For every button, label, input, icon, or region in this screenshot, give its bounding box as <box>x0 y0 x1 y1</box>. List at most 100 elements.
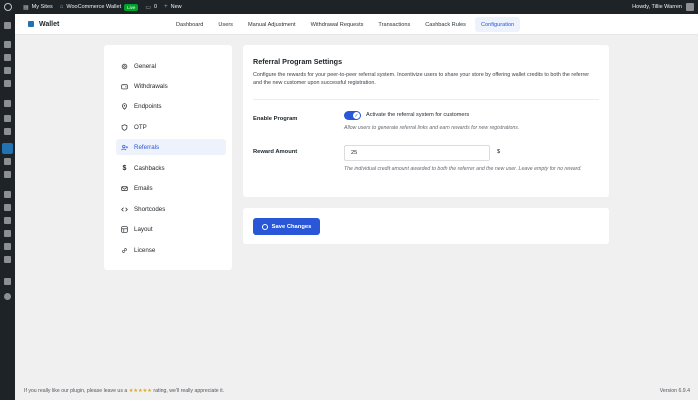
media-icon[interactable] <box>4 54 11 61</box>
section-title: Referral Program Settings <box>253 57 343 66</box>
comments-menu[interactable]: ▭ 0 <box>145 4 157 11</box>
tab-manual-adjustment[interactable]: Manual Adjustment <box>242 17 302 32</box>
nav-item-endpoints[interactable]: Endpoints <box>116 98 226 114</box>
rating-stars[interactable]: ★★★★★ <box>129 388 152 394</box>
footer-text-before: If you really like our plugin, please le… <box>24 388 128 394</box>
my-sites-menu[interactable]: ▦ My Sites <box>23 4 53 11</box>
shield-icon <box>121 123 128 131</box>
nav-item-layout[interactable]: Layout <box>116 221 226 237</box>
footer-version: Version 6.9.4 <box>659 388 690 394</box>
link-icon <box>121 247 128 254</box>
pages-icon[interactable] <box>4 67 11 74</box>
pin-icon[interactable] <box>4 41 11 48</box>
integrations-icon[interactable] <box>4 278 11 285</box>
nav-item-label: General <box>134 62 157 70</box>
nav-item-label: Emails <box>134 184 153 192</box>
plugin-title: Wallet <box>39 20 60 28</box>
section-description: Configure the rewards for your peer-to-p… <box>253 72 590 86</box>
tab-cashback-rules[interactable]: Cashback Rules <box>419 17 472 32</box>
marketing-icon[interactable] <box>4 171 11 178</box>
dashboard-icon[interactable] <box>4 22 11 29</box>
tab-users[interactable]: Users <box>212 17 239 32</box>
comment-icon: ▭ <box>145 4 152 11</box>
tab-configuration[interactable]: Configuration <box>474 17 521 32</box>
enable-program-help: Allow users to generate referral links a… <box>344 125 520 131</box>
howdy-text: Howdy, Tillie Warren <box>632 4 682 10</box>
mail-icon <box>121 185 128 192</box>
enable-program-toggle[interactable]: ✓ <box>344 111 361 120</box>
nav-item-withdrawals[interactable]: Withdrawals <box>116 78 226 94</box>
footer-text-after: rating, we'll really appreciate it. <box>153 388 225 394</box>
my-account-menu[interactable]: Howdy, Tillie Warren <box>632 0 694 14</box>
analytics-icon[interactable] <box>4 158 11 165</box>
woocommerce-icon[interactable] <box>4 100 11 107</box>
reward-amount-label: Reward Amount <box>253 149 298 155</box>
wallet-menu-icon[interactable] <box>2 143 13 154</box>
reward-amount-input[interactable] <box>344 145 490 161</box>
user-plus-icon <box>121 144 128 151</box>
save-button-label: Save Changes <box>271 223 312 230</box>
nav-item-license[interactable]: License <box>116 242 226 258</box>
gear-icon <box>121 63 128 70</box>
nav-item-otp[interactable]: OTP <box>116 119 226 135</box>
wallet-logo-icon <box>28 21 34 27</box>
plugin-header: Wallet Dashboard Users Manual Adjustment… <box>15 14 698 35</box>
admin-menu <box>0 14 15 400</box>
footer-rating-text: If you really like our plugin, please le… <box>24 388 224 394</box>
nav-item-referrals[interactable]: Referrals <box>116 139 226 155</box>
reward-amount-help: The individual credit amount awarded to … <box>344 166 582 172</box>
tools-icon[interactable] <box>4 230 11 237</box>
wallet-icon <box>121 83 128 90</box>
sites-icon: ▦ <box>23 4 29 11</box>
save-card: Save Changes <box>243 208 609 244</box>
location-icon <box>121 102 128 110</box>
nav-item-label: Cashbacks <box>134 164 165 172</box>
nav-item-label: License <box>134 246 156 254</box>
nav-item-emails[interactable]: Emails <box>116 180 226 196</box>
admin-bar: ▦ My Sites ⌂ WooCommerce Wallet Live ▭ 0… <box>0 0 698 14</box>
collapse-menu-icon[interactable] <box>4 293 11 300</box>
nav-item-label: Shortcodes <box>134 205 166 213</box>
referral-settings-card: Referral Program Settings Configure the … <box>243 45 609 197</box>
layout-icon <box>121 225 128 233</box>
save-icon <box>261 223 268 230</box>
appearance-icon[interactable] <box>4 191 11 198</box>
nav-item-label: Layout <box>134 225 153 233</box>
tab-transactions[interactable]: Transactions <box>372 17 416 32</box>
nav-item-label: Endpoints <box>134 102 162 110</box>
enable-program-text: Activate the referral system for custome… <box>366 112 470 118</box>
currency-unit: $ <box>497 149 501 155</box>
nav-item-label: OTP <box>134 123 147 131</box>
extra-icon[interactable] <box>4 256 11 263</box>
comments-count: 0 <box>154 4 158 10</box>
tab-withdrawal-requests[interactable]: Withdrawal Requests <box>305 17 370 32</box>
plugins-icon[interactable] <box>4 204 11 211</box>
enable-program-label: Enable Program <box>253 116 298 122</box>
code-icon <box>121 206 128 213</box>
divider <box>253 99 599 100</box>
wordpress-logo-icon[interactable] <box>0 0 16 14</box>
nav-item-label: Withdrawals <box>134 82 168 90</box>
save-button[interactable]: Save Changes <box>253 218 320 235</box>
nav-item-general[interactable]: General <box>116 58 226 74</box>
check-icon: ✓ <box>353 112 360 119</box>
tab-dashboard[interactable]: Dashboard <box>170 17 209 32</box>
users-icon[interactable] <box>4 217 11 224</box>
new-content-menu[interactable]: + New <box>164 4 182 10</box>
dollar-icon: $ <box>122 164 127 172</box>
plus-icon: + <box>164 4 168 10</box>
payments-icon[interactable] <box>4 128 11 135</box>
new-label: New <box>170 4 182 10</box>
plugin-logo: Wallet <box>28 21 59 28</box>
products-icon[interactable] <box>4 115 11 122</box>
comments-icon[interactable] <box>4 80 11 87</box>
top-tabs: Dashboard Users Manual Adjustment Withdr… <box>170 17 523 32</box>
avatar <box>686 3 694 11</box>
settings-icon[interactable] <box>4 243 11 250</box>
nav-item-shortcodes[interactable]: Shortcodes <box>116 201 226 217</box>
my-sites-label: My Sites <box>31 4 53 10</box>
site-name-menu[interactable]: ⌂ WooCommerce Wallet Live <box>60 3 139 11</box>
site-name-label: WooCommerce Wallet <box>66 4 122 10</box>
nav-item-cashbacks[interactable]: $ Cashbacks <box>116 160 226 176</box>
nav-item-label: Referrals <box>134 143 160 151</box>
